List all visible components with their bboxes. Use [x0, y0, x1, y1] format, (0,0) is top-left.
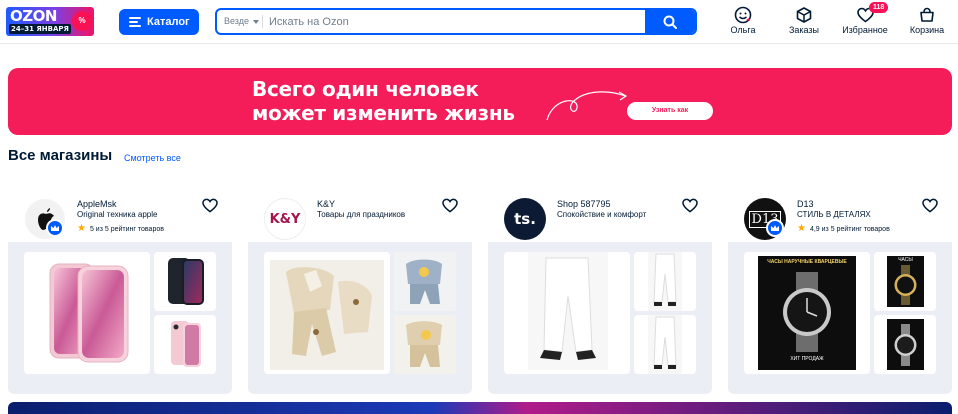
catalog-button[interactable]: Каталог: [119, 9, 199, 35]
watch-photo-small: [887, 319, 924, 370]
product-image-tracksuit-grey[interactable]: [394, 252, 456, 311]
store-name[interactable]: Shop 587795: [557, 199, 611, 209]
cart-icon: [920, 7, 934, 22]
store-rating: ★ 4,9 из 5 рейтинг товаров: [797, 223, 890, 234]
store-avatar: ts.: [504, 198, 546, 240]
chevron-down-icon: [253, 19, 259, 24]
nav-profile-label: Ольга: [730, 25, 756, 35]
box-icon: [796, 7, 812, 23]
watch-photo-small: ЧАСЫ: [887, 256, 924, 307]
favorite-heart-icon[interactable]: [682, 198, 698, 213]
verified-crown-badge: [766, 219, 784, 237]
store-avatar: K&Y: [264, 198, 306, 240]
store-rating-text: 4,9 из 5 рейтинг товаров: [809, 225, 890, 233]
search-bar: Везде: [215, 8, 697, 35]
search-button[interactable]: [645, 10, 695, 33]
section-title: Все магазины: [8, 147, 113, 164]
store-name[interactable]: K&Y: [317, 199, 335, 209]
product-image-kids-tracksuit[interactable]: [264, 252, 390, 374]
store-name[interactable]: D13: [797, 199, 814, 209]
store-card-header: K&Y K&Y Товары для праздников: [248, 182, 472, 242]
crown-icon: [771, 225, 779, 231]
store-tagline: Товары для праздников: [317, 210, 406, 219]
product-image-watch-black[interactable]: ЧАСЫ НАРУЧНЫЕ КВАРЦЕВЫЕ ХИТ ПРОДАЖ: [744, 252, 870, 374]
store-tagline: Original техника apple: [77, 210, 158, 219]
next-banner-strip[interactable]: [8, 402, 952, 414]
store-card-header: ts. Shop 587795 Спокойствие и комфорт: [488, 182, 712, 242]
crown-icon: [51, 225, 59, 231]
menu-icon: [129, 17, 141, 27]
profile-icon: [734, 6, 752, 24]
watch-photo-small-caption: ЧАСЫ: [898, 257, 913, 263]
logo-brand: OZON: [10, 7, 57, 25]
watch-photo-caption-bottom: ХИТ ПРОДАЖ: [790, 356, 824, 362]
store-rating: ★ 5 из 5 рейтинг товаров: [77, 223, 164, 234]
store-card-shop-587795[interactable]: ts. Shop 587795 Спокойствие и комфорт: [488, 182, 712, 394]
watch-photo-caption-top: ЧАСЫ НАРУЧНЫЕ КВАРЦЕВЫЕ: [767, 259, 847, 265]
product-image-white-pants[interactable]: [504, 252, 630, 374]
search-icon: [663, 15, 677, 29]
favorite-heart-icon[interactable]: [202, 198, 218, 213]
nav-orders[interactable]: Заказы: [776, 5, 832, 39]
store-card-ky[interactable]: K&Y K&Y Товары для праздников: [248, 182, 472, 394]
store-tagline: Спокойствие и комфорт: [557, 210, 647, 219]
product-image-tracksuit-beige[interactable]: [394, 315, 456, 374]
store-tagline: СТИЛЬ В ДЕТАЛЯХ: [797, 210, 871, 219]
ozon-logo[interactable]: OZON 24–31 ЯНВАРЯ %: [6, 7, 94, 36]
logo-sale-badge: %: [72, 11, 92, 31]
search-scope-label: Везде: [224, 16, 249, 26]
banner-headline-2: может изменить жизнь: [252, 101, 515, 125]
product-image-iphone-black[interactable]: [154, 252, 216, 311]
nav-favorites-label: Избранное: [842, 25, 888, 35]
store-card-header: D13 D13 СТИЛЬ В ДЕТАЛЯХ ★ 4,9 из 5 рейтин…: [728, 182, 952, 242]
verified-crown-badge: [46, 219, 64, 237]
promo-banner[interactable]: Всего один человек может изменить жизнь …: [8, 68, 952, 135]
nav-profile[interactable]: Ольга: [715, 5, 771, 39]
star-icon: ★: [77, 223, 86, 234]
store-card-header: AppleMsk Original техника apple ★ 5 из 5 …: [8, 182, 232, 242]
search-divider: [262, 15, 263, 28]
watch-photo: ЧАСЫ НАРУЧНЫЕ КВАРЦЕВЫЕ ХИТ ПРОДАЖ: [758, 256, 856, 370]
product-image-pants-back[interactable]: [634, 315, 696, 374]
store-name[interactable]: AppleMsk: [77, 199, 117, 209]
see-all-link[interactable]: Смотреть все: [124, 153, 181, 163]
arrow-doodle-icon: [546, 91, 628, 121]
nav-cart[interactable]: Корзина: [899, 5, 955, 39]
product-image-pants-side[interactable]: [634, 252, 696, 311]
search-input[interactable]: [269, 10, 639, 33]
favorite-heart-icon[interactable]: [442, 198, 458, 213]
star-icon: ★: [797, 223, 806, 234]
nav-orders-label: Заказы: [788, 25, 820, 35]
catalog-label: Каталог: [147, 16, 190, 28]
nav-favorites[interactable]: 118 Избранное: [837, 2, 893, 39]
favorite-heart-icon[interactable]: [922, 198, 938, 213]
nav-cart-label: Корзина: [909, 25, 945, 35]
store-card-applemsk[interactable]: AppleMsk Original техника apple ★ 5 из 5 …: [8, 182, 232, 394]
product-image-iphone-pink-small[interactable]: [154, 315, 216, 374]
search-scope-select[interactable]: Везде: [224, 10, 259, 33]
store-avatar-text: ts.: [514, 210, 536, 228]
store-rating-text: 5 из 5 рейтинг товаров: [89, 225, 164, 233]
product-image-watch-gold[interactable]: ЧАСЫ: [874, 252, 936, 311]
favorites-count-badge: 118: [869, 2, 889, 13]
banner-cta-button[interactable]: Узнать как: [627, 102, 713, 120]
top-header: OZON 24–31 ЯНВАРЯ % Каталог Везде Ольга …: [0, 0, 958, 44]
logo-sale-dates: 24–31 ЯНВАРЯ: [9, 24, 71, 34]
product-image-watch-silver[interactable]: [874, 315, 936, 374]
banner-headline-1: Всего один человек: [252, 77, 479, 101]
store-card-d13[interactable]: D13 D13 СТИЛЬ В ДЕТАЛЯХ ★ 4,9 из 5 рейтин…: [728, 182, 952, 394]
product-image-iphone-pink[interactable]: [24, 252, 150, 374]
store-avatar-text: K&Y: [269, 211, 301, 227]
